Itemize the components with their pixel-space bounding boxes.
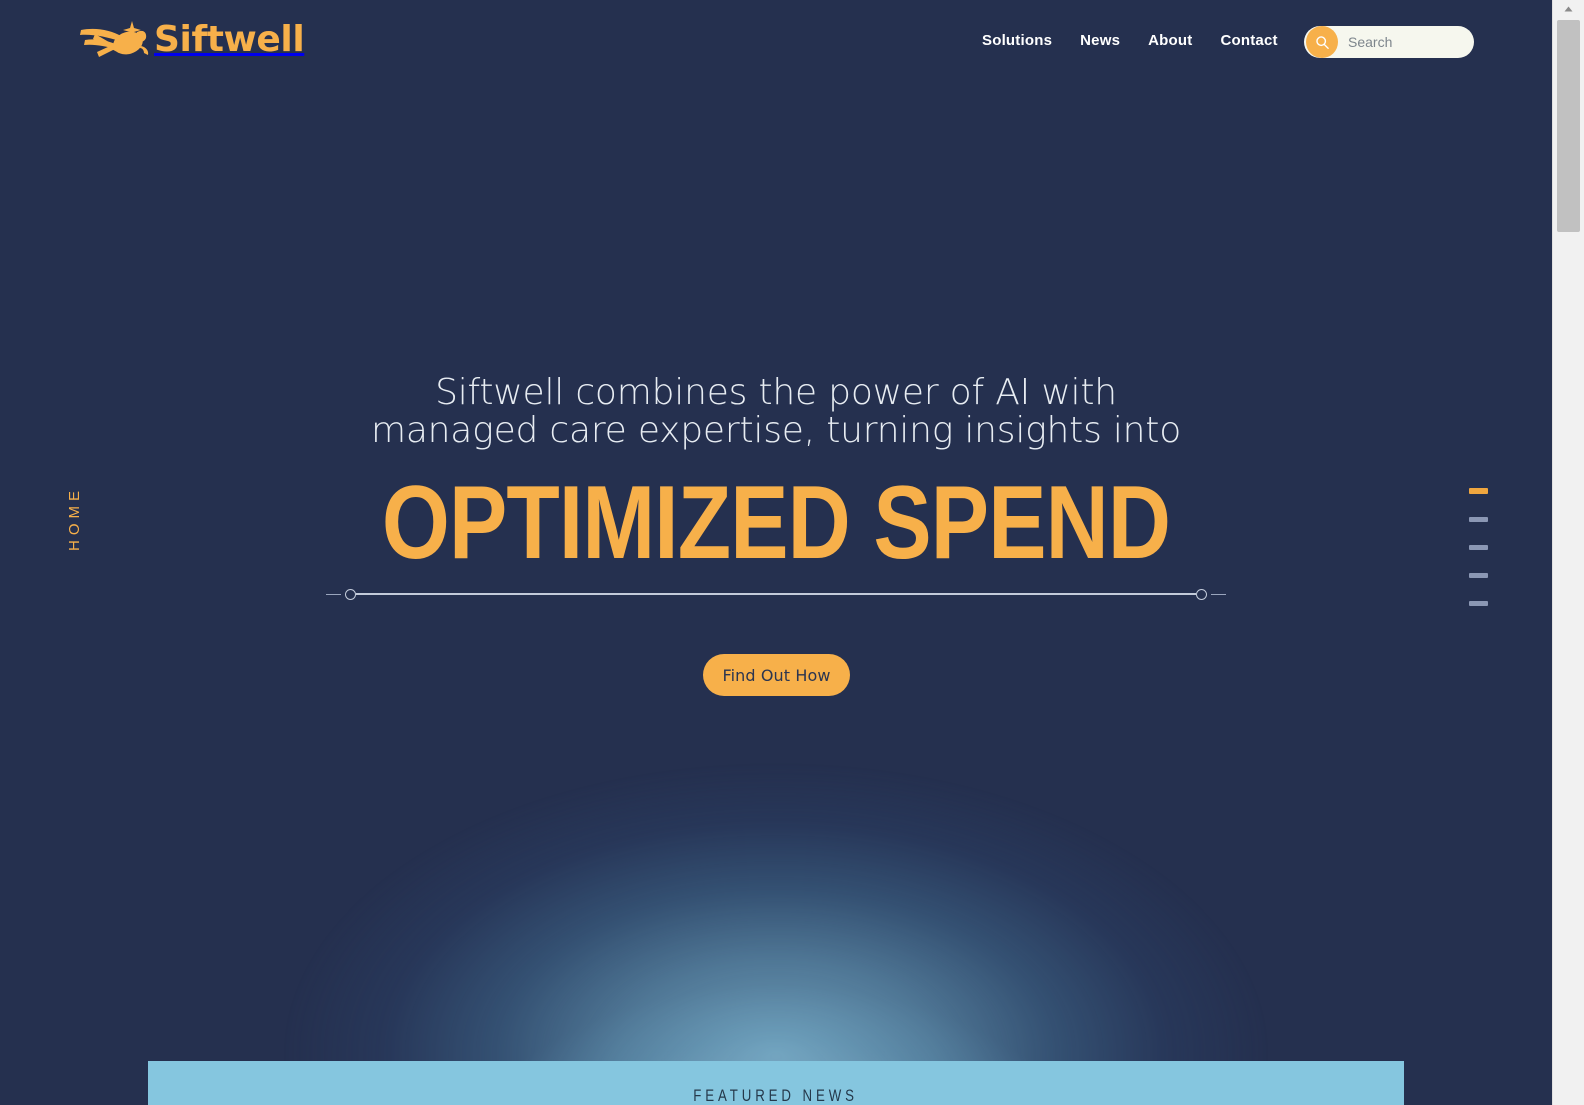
search-submit-button[interactable] — [1306, 26, 1338, 58]
section-navigation-rail — [1464, 488, 1488, 606]
current-section-label: HOME — [65, 485, 83, 551]
browser-scrollbar[interactable] — [1552, 0, 1584, 1105]
current-section-rail: HOME — [52, 463, 96, 573]
site-logo[interactable]: Siftwell — [75, 13, 305, 69]
hero-subheadline-line-2: managed care expertise, turning insights… — [370, 410, 1182, 452]
slider-handle-start[interactable] — [345, 588, 356, 600]
scroll-up-button[interactable] — [1553, 0, 1584, 17]
section-dot-4[interactable] — [1469, 573, 1488, 578]
bee-logo-icon — [80, 21, 149, 57]
search-box — [1304, 26, 1474, 58]
nav-item-about[interactable]: About — [1134, 28, 1206, 53]
section-dot-2[interactable] — [1469, 517, 1488, 522]
section-dot-5[interactable] — [1469, 601, 1488, 606]
find-out-how-button[interactable]: Find Out How — [703, 654, 850, 696]
page-root: Siftwell Solutions News About Contact Se… — [0, 0, 1552, 1105]
search-icon — [1315, 35, 1329, 49]
hero-headline: OPTIMIZED SPEND — [381, 465, 1171, 581]
slider-left-tick — [326, 593, 341, 595]
hero-section: Siftwell combines the power of AI with m… — [0, 0, 1552, 1061]
scrollbar-thumb[interactable] — [1557, 20, 1580, 232]
hero-subheadline-line-1: Siftwell combines the power of AI with — [435, 372, 1117, 413]
chevron-up-icon — [1564, 6, 1573, 11]
section-dot-3[interactable] — [1469, 545, 1488, 550]
site-header: Siftwell Solutions News About Contact — [0, 0, 1552, 82]
primary-nav: Solutions News About Contact — [968, 28, 1292, 53]
nav-item-news[interactable]: News — [1066, 28, 1134, 53]
slider-track[interactable] — [356, 593, 1196, 595]
logo-wordmark: Siftwell — [154, 18, 305, 60]
section-dot-1[interactable] — [1469, 488, 1488, 494]
featured-news-section: FEATURED NEWS — [148, 1061, 1404, 1105]
slider-handle-end[interactable] — [1196, 588, 1207, 600]
slider-right-tick — [1211, 593, 1226, 595]
hero-subheadline: Siftwell combines the power of AI with m… — [276, 372, 1276, 452]
hero-progress-slider[interactable] — [326, 585, 1226, 603]
nav-item-contact[interactable]: Contact — [1206, 28, 1291, 53]
featured-news-heading: FEATURED NEWS — [693, 1086, 859, 1105]
nav-item-solutions[interactable]: Solutions — [968, 28, 1066, 53]
browser-viewport: Siftwell Solutions News About Contact Se… — [0, 0, 1584, 1105]
